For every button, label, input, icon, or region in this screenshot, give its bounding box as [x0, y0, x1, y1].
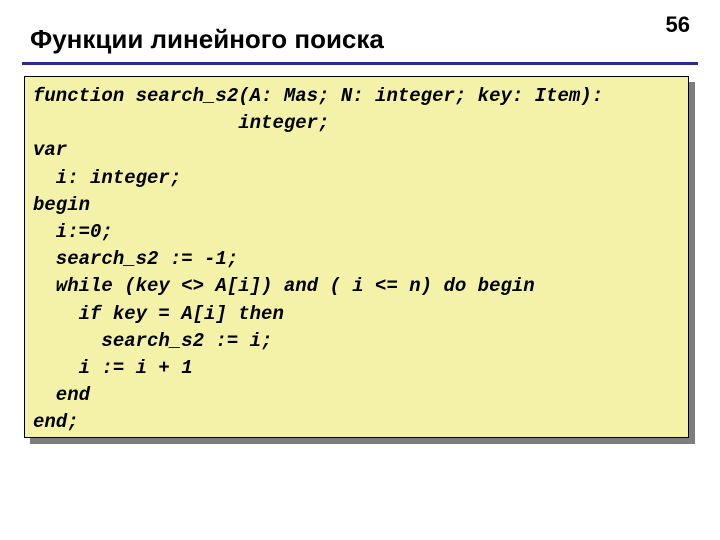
title-underline — [22, 62, 698, 65]
slide: 56 Функции линейного поиска function sea… — [0, 0, 720, 540]
slide-title: Функции линейного поиска — [30, 24, 384, 55]
code-text: function search_s2(A: Mas; N: integer; k… — [33, 83, 680, 437]
page-number: 56 — [666, 12, 690, 38]
code-block: function search_s2(A: Mas; N: integer; k… — [24, 76, 689, 438]
